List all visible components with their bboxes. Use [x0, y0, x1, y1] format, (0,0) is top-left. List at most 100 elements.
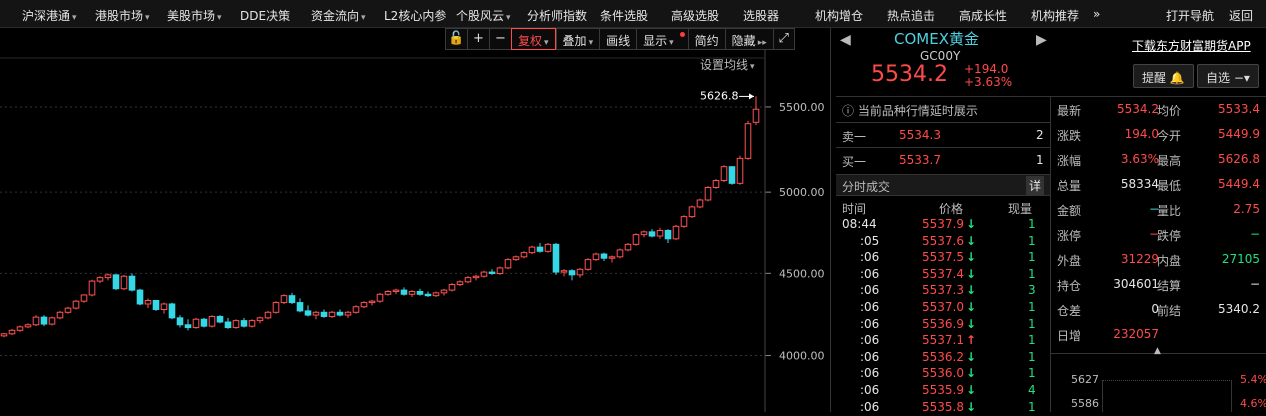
nav-item-12[interactable]: 热点追击: [887, 7, 935, 24]
candle-body: [0, 333, 8, 337]
kline-chart[interactable]: 4000.00 4500.00 5000.00 5500.00 5626.8: [0, 50, 830, 412]
candle-body: [728, 166, 736, 184]
info-icon: ⓘ: [842, 104, 855, 118]
candle-body: [264, 311, 272, 319]
trade-price: 5536.9: [922, 316, 964, 331]
trade-price: 5535.9: [922, 383, 964, 397]
y-tick-label: 5000.00: [779, 186, 825, 199]
candle-body: [480, 271, 488, 277]
stat-value: 58334: [1120, 177, 1159, 191]
candle-body: [408, 290, 416, 295]
remind-button[interactable]: 提醒 🔔: [1133, 64, 1194, 88]
nav-item-14[interactable]: 机构推荐: [1031, 7, 1079, 24]
panel-divider[interactable]: [830, 28, 831, 412]
buy1-price: 5533.7: [899, 153, 941, 167]
trade-time: :05: [860, 233, 880, 248]
prev-arrow-icon[interactable]: ◀: [840, 32, 851, 48]
nav-item-2[interactable]: 美股市场 ▾: [167, 7, 222, 24]
trade-volume: 1: [1028, 349, 1036, 364]
arrow-down-icon: ↓: [966, 349, 977, 364]
stat-label: 最高: [1157, 154, 1182, 168]
candle-body: [24, 324, 32, 328]
nav-item-10[interactable]: 选股器: [743, 7, 779, 24]
trade-time: :06: [860, 316, 880, 331]
trade-time: :06: [860, 283, 880, 298]
candle-body: [168, 303, 176, 319]
candle-body: [88, 280, 96, 296]
candle-body: [736, 157, 744, 184]
candle-body: [528, 246, 536, 254]
nav-item-11[interactable]: 机构增仓: [815, 7, 863, 24]
chevron-down-icon: ▾: [72, 13, 77, 23]
candle-body: [352, 306, 360, 313]
next-arrow-icon[interactable]: ▶: [1036, 32, 1047, 48]
nav-item-13[interactable]: 高成长性: [959, 7, 1007, 24]
simple-mode-button[interactable]: 简约: [687, 28, 725, 50]
download-app-link[interactable]: 下载东方财富期货APP: [1132, 37, 1251, 54]
candle-body: [192, 318, 200, 329]
stat-label: 总量: [1057, 179, 1082, 193]
chevron-down-icon: ▾: [145, 13, 150, 23]
trade-volume: 1: [1028, 399, 1036, 414]
stat-label: 外盘: [1057, 254, 1082, 268]
nav-item-3[interactable]: DDE决策: [240, 7, 290, 24]
nav-item-9[interactable]: 高级选股: [671, 7, 719, 24]
candle-body: [80, 294, 88, 302]
fuquan-button[interactable]: 复权 ▾: [511, 28, 556, 50]
nav-item-7[interactable]: 分析师指数: [527, 7, 587, 24]
detail-button[interactable]: 详: [1026, 176, 1045, 195]
nav-item-8[interactable]: 条件选股: [600, 7, 648, 24]
candle-body: [16, 326, 24, 331]
mini-price-low: 5586: [1071, 397, 1099, 410]
watchlist-button[interactable]: 自选 −▾: [1197, 64, 1259, 88]
arrow-down-icon: ↓: [966, 300, 977, 314]
display-button[interactable]: 显示 ▾: [636, 28, 688, 50]
arrow-down-icon: ↓: [966, 399, 977, 414]
nav-item-16[interactable]: 打开导航: [1166, 7, 1214, 24]
candle-body: [680, 216, 688, 227]
candle-body: [568, 270, 576, 276]
notice-text: 当前品种行情延时展示: [857, 104, 978, 118]
trade-time: :06: [860, 250, 880, 265]
draw-line-button[interactable]: 画线: [599, 28, 637, 50]
mini-chart: [1102, 380, 1232, 412]
trade-volume: 1: [1028, 217, 1036, 231]
zoom-in-button[interactable]: +: [467, 28, 489, 50]
lock-icon[interactable]: 🔓: [445, 28, 467, 50]
fullscreen-icon[interactable]: ⤢: [772, 28, 795, 50]
nav-item-17[interactable]: 返回: [1229, 7, 1253, 24]
stat-label: 最新: [1057, 104, 1082, 118]
nav-item-1[interactable]: 港股市场 ▾: [95, 7, 150, 24]
nav-item-label: 机构推荐: [1031, 9, 1080, 23]
nav-item-label: 条件选股: [600, 9, 649, 23]
nav-item-6[interactable]: 个股风云 ▾: [456, 7, 511, 24]
candle-body: [632, 234, 640, 245]
trade-time: :06: [860, 399, 880, 414]
candle-body: [704, 186, 712, 201]
candle-body: [376, 293, 384, 302]
chevron-down-icon: ▾: [506, 13, 511, 23]
overlay-button[interactable]: 叠加 ▾: [555, 28, 600, 50]
candle-body: [312, 311, 320, 316]
instrument-title: COMEX黄金: [894, 30, 979, 48]
nav-item-5[interactable]: L2核心内参: [384, 7, 446, 24]
candle-body: [40, 316, 48, 325]
candle-body: [720, 166, 728, 182]
last-price: 5534.2: [871, 62, 948, 87]
trade-time: :06: [860, 349, 880, 364]
nav-item-0[interactable]: 沪深港通 ▾: [22, 7, 77, 24]
trade-volume: 1: [1028, 266, 1036, 281]
buy1-label: 买一: [842, 155, 867, 169]
col-price: 价格: [939, 202, 964, 216]
candle-body: [624, 243, 632, 251]
candle-body: [560, 270, 568, 273]
trade-volume: 1: [1028, 316, 1036, 331]
hide-button[interactable]: 隐藏 ▸▸: [724, 28, 773, 50]
divider: [836, 147, 1050, 148]
stat-label: 最低: [1157, 179, 1182, 193]
nav-item-15[interactable]: »: [1093, 7, 1100, 21]
zoom-out-button[interactable]: −: [489, 28, 511, 50]
expand-handle-icon[interactable]: ▲: [1154, 346, 1161, 356]
nav-item-4[interactable]: 资金流向 ▾: [311, 7, 366, 24]
trade-volume: 1: [1028, 300, 1036, 314]
